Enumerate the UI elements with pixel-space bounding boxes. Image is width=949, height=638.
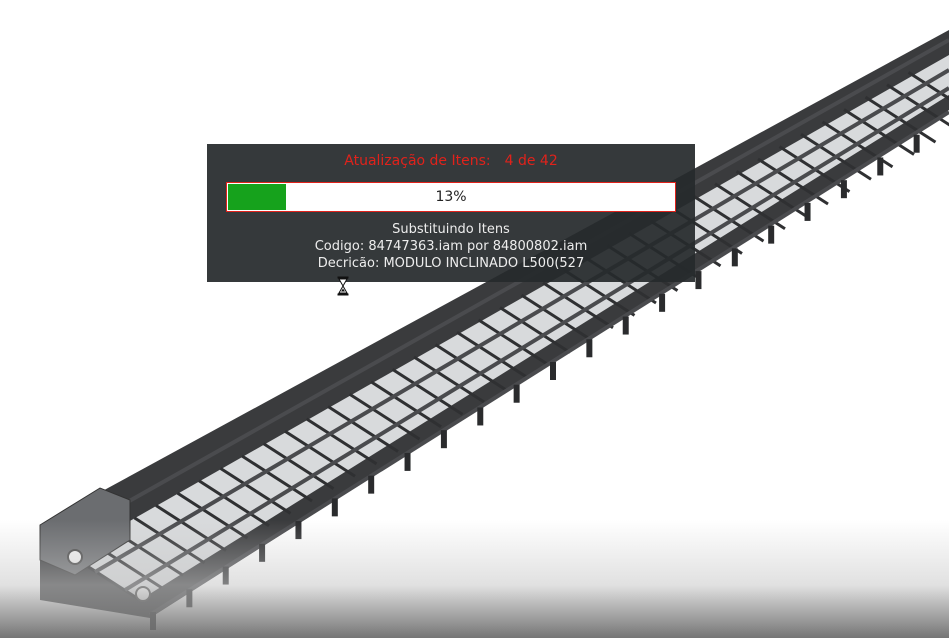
conveyor-bracket <box>659 293 666 312</box>
end-roller <box>67 549 83 565</box>
conveyor-bracket <box>295 521 302 540</box>
conveyor-bracket <box>768 225 775 244</box>
progress-dialog: Atualização de Itens: 4 de 42 13% Substit… <box>207 144 695 282</box>
conveyor-bracket <box>513 384 520 403</box>
conveyor-bracket <box>259 543 266 562</box>
dialog-title: Atualização de Itens: 4 de 42 <box>207 153 695 169</box>
dialog-title-label: Atualização de Itens: <box>344 153 491 169</box>
status-line: Substituindo Itens <box>392 222 510 237</box>
conveyor-bracket <box>877 157 884 176</box>
hourglass-cursor-icon <box>337 276 349 296</box>
code-line: Codigo: 84747363.iam por 84800802.iam <box>314 239 588 254</box>
conveyor-bracket <box>404 452 411 471</box>
conveyor-bracket <box>913 134 920 153</box>
conveyor-bracket <box>695 271 702 290</box>
conveyor-bracket <box>440 430 447 449</box>
conveyor-bracket <box>804 202 811 221</box>
conveyor-bracket <box>222 566 229 585</box>
conveyor-bracket <box>731 248 738 267</box>
end-roller <box>135 586 151 602</box>
conveyor-bracket <box>586 339 593 358</box>
progress-bar: 13% <box>226 182 676 212</box>
conveyor-bracket <box>840 180 847 199</box>
progress-percent: 13% <box>435 189 467 205</box>
conveyor-bracket <box>331 498 338 517</box>
conveyor-bracket <box>622 316 629 335</box>
conveyor-3d-model <box>39 30 949 630</box>
conveyor-bracket <box>550 362 556 380</box>
conveyor-bracket <box>477 407 484 426</box>
description-line: Decricão: MODULO INCLINADO L500(527 <box>317 256 585 271</box>
cad-3d-viewport[interactable] <box>0 0 949 638</box>
conveyor-bracket <box>186 589 193 608</box>
dialog-counter: 4 de 42 <box>504 153 558 169</box>
conveyor-bracket <box>150 612 156 630</box>
conveyor-rail <box>59 38 949 542</box>
conveyor-bracket <box>368 475 375 494</box>
